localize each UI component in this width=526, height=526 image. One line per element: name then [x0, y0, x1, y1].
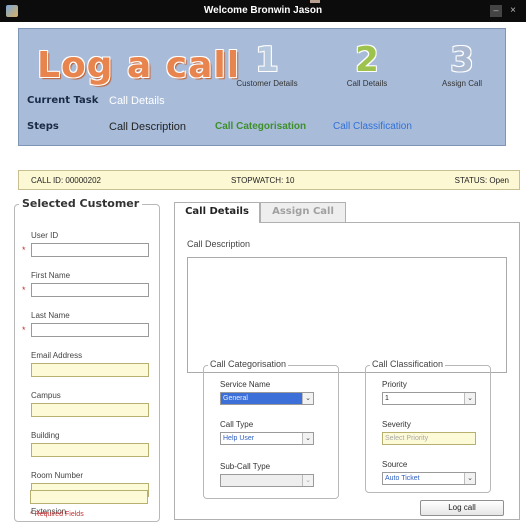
- call-description-label: Call Description: [187, 239, 251, 249]
- call-categorisation-title: Call Categorisation: [208, 359, 289, 369]
- steps-label: Steps: [27, 121, 59, 132]
- stopwatch: STOPWATCH: 10: [231, 176, 295, 185]
- priority-label: Priority: [382, 380, 407, 389]
- call-type-select[interactable]: Help User ⌄: [220, 432, 314, 445]
- service-name-select[interactable]: General ⌄: [220, 392, 314, 405]
- chevron-down-icon[interactable]: ⌄: [464, 393, 475, 404]
- campus-field: [31, 403, 149, 417]
- user-id-input[interactable]: [31, 243, 149, 257]
- call-categorisation-group: Call Categorisation Service Name General…: [203, 359, 339, 499]
- titlebar-accent: [310, 0, 320, 3]
- header-banner: Log a call 1 Customer Details 2 Call Det…: [18, 28, 506, 146]
- step-assign-call: 3 Assign Call: [422, 41, 502, 88]
- call-description-textarea[interactable]: [187, 257, 507, 373]
- user-id-label: User ID: [31, 231, 59, 240]
- required-marker: *: [22, 245, 26, 255]
- last-name-input[interactable]: [31, 323, 149, 337]
- priority-value: 1: [385, 395, 389, 402]
- chevron-down-icon[interactable]: ⌄: [464, 473, 475, 484]
- email-address-label: Email Address: [31, 351, 83, 360]
- tab-assign-call[interactable]: Assign Call: [260, 202, 346, 222]
- building-label: Building: [31, 431, 60, 440]
- call-classification-group: Call Classification Priority 1 ⌄ Severit…: [365, 359, 491, 493]
- extension-field: [30, 490, 148, 504]
- step-label: Call Details: [346, 79, 388, 88]
- current-task-value: Call Details: [109, 95, 165, 107]
- window-title: Welcome Bronwin Jason: [203, 5, 323, 16]
- source-value: Auto Ticket: [385, 475, 420, 482]
- source-label: Source: [382, 460, 408, 469]
- call-info-bar: CALL ID: 00000202 STOPWATCH: 10 STATUS: …: [18, 170, 520, 190]
- sub-call-type-label: Sub-Call Type: [220, 462, 271, 471]
- building-field: [31, 443, 149, 457]
- step-number: 1: [255, 40, 279, 80]
- call-type-value: Help User: [223, 435, 255, 442]
- window-titlebar: Welcome Bronwin Jason – ×: [0, 0, 526, 22]
- call-classification-title: Call Classification: [370, 359, 446, 369]
- current-task-label: Current Task: [27, 95, 99, 106]
- step-call-description: Call Description: [109, 121, 187, 133]
- step-call-categorisation: Call Categorisation: [215, 121, 307, 132]
- first-name-label: First Name: [31, 271, 71, 280]
- selected-customer-title: Selected Customer: [19, 197, 143, 210]
- call-details-panel: Call Description Call Categorisation Ser…: [174, 222, 520, 520]
- selected-customer-group: Selected Customer User ID * First Name *…: [14, 197, 160, 522]
- call-id: CALL ID: 00000202: [31, 176, 101, 185]
- step-label: Customer Details: [236, 79, 298, 88]
- sub-call-type-select: ⌄: [220, 474, 314, 487]
- step-customer-details: 1 Customer Details: [227, 41, 307, 88]
- chevron-down-icon[interactable]: ⌄: [302, 433, 313, 444]
- log-a-call-logo: Log a call: [37, 45, 241, 86]
- priority-select[interactable]: 1 ⌄: [382, 392, 476, 405]
- call-type-label: Call Type: [220, 420, 254, 429]
- required-fields-note: * Required Fields: [30, 511, 84, 518]
- close-icon[interactable]: ×: [506, 5, 520, 17]
- last-name-label: Last Name: [31, 311, 70, 320]
- call-status: STATUS: Open: [454, 176, 509, 185]
- severity-field: Select Priority: [382, 432, 476, 445]
- email-address-field: [31, 363, 149, 377]
- tab-call-details[interactable]: Call Details: [174, 202, 260, 223]
- chevron-down-icon: ⌄: [302, 475, 313, 486]
- room-number-label: Room Number: [31, 471, 84, 480]
- service-name-label: Service Name: [220, 380, 271, 389]
- severity-label: Severity: [382, 420, 411, 429]
- step-number: 3: [450, 40, 474, 80]
- log-call-button[interactable]: Log call: [420, 500, 504, 516]
- source-select[interactable]: Auto Ticket ⌄: [382, 472, 476, 485]
- step-call-classification: Call Classification: [333, 121, 412, 132]
- step-number: 2: [355, 40, 379, 80]
- required-marker: *: [22, 325, 26, 335]
- chevron-down-icon[interactable]: ⌄: [302, 393, 313, 404]
- step-label: Assign Call: [441, 79, 482, 88]
- first-name-input[interactable]: [31, 283, 149, 297]
- step-call-details: 2 Call Details: [327, 41, 407, 88]
- required-marker: *: [22, 285, 26, 295]
- campus-label: Campus: [31, 391, 61, 400]
- minimize-icon[interactable]: –: [490, 5, 502, 17]
- service-name-value: General: [223, 395, 248, 402]
